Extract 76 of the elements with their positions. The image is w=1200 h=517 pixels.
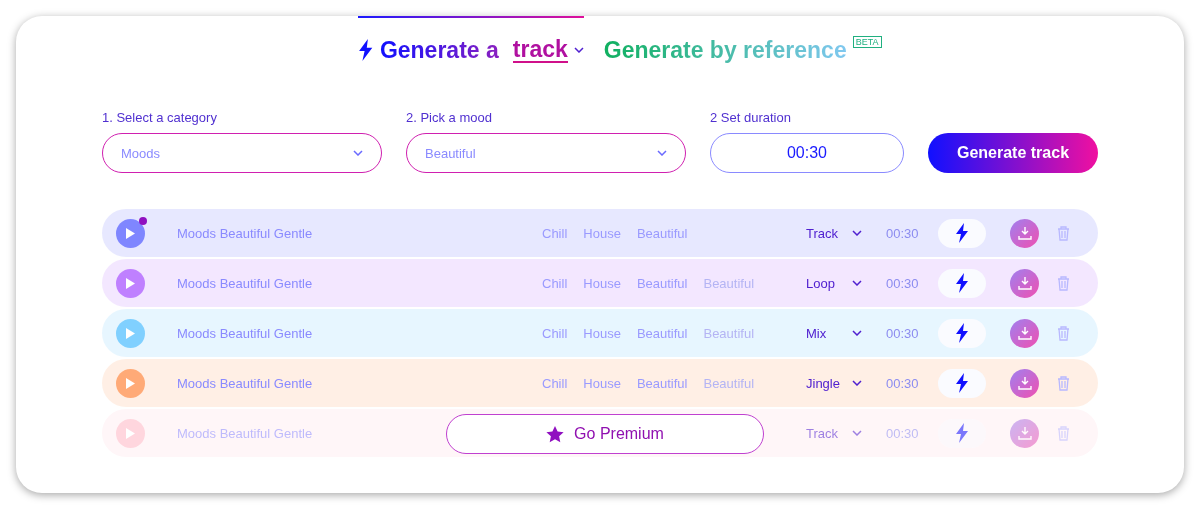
tag-label: House (583, 375, 621, 391)
go-premium-button[interactable]: Go Premium (446, 414, 764, 454)
trash-icon[interactable] (1057, 375, 1070, 391)
type-selector[interactable]: track (512, 37, 568, 63)
download-icon (1017, 426, 1032, 440)
generate-similar-button[interactable] (938, 368, 986, 398)
track-duration: 00:30 (886, 225, 920, 241)
field-label: 2. Pick a mood (406, 110, 493, 125)
beta-badge: BETA (852, 36, 882, 48)
play-icon (125, 326, 136, 340)
download-button[interactable] (1010, 368, 1039, 398)
field-label: 2 Set duration (710, 110, 792, 125)
tag-label: Chill (542, 375, 568, 391)
track-title: Moods Beautiful Gentle (177, 275, 314, 291)
type-dropdown[interactable]: Jingle (806, 375, 870, 391)
download-icon (1017, 276, 1032, 290)
tag-label: House (583, 225, 621, 241)
download-icon (1017, 326, 1032, 340)
download-button[interactable] (1010, 318, 1039, 348)
track-title: Moods Beautiful Gentle (177, 225, 314, 241)
track-duration: 00:30 (886, 275, 920, 291)
track-title: Moods Beautiful Gentle (177, 325, 314, 341)
play-icon (125, 376, 136, 390)
tag-label: Beautiful (703, 275, 755, 291)
tag-label: House (583, 275, 621, 291)
type-dropdown[interactable]: Loop (806, 275, 870, 291)
field-label: 1. Select a category (102, 110, 218, 125)
type-dropdown[interactable]: Track (806, 225, 870, 241)
tag-label: Beautiful (636, 275, 688, 291)
lightning-icon (955, 423, 969, 443)
chevron-down-icon (353, 150, 363, 156)
trash-icon[interactable] (1057, 225, 1070, 241)
play-button[interactable] (116, 218, 145, 248)
chevron-down-icon (852, 330, 862, 336)
play-icon (125, 426, 136, 440)
generate-similar-button[interactable] (938, 268, 986, 298)
type-dropdown[interactable]: Mix (806, 325, 870, 341)
track-title: Moods Beautiful Gentle (177, 425, 314, 441)
download-icon (1017, 376, 1032, 390)
generate-similar-button[interactable] (938, 318, 986, 348)
play-icon (125, 276, 136, 290)
tag-label: House (583, 325, 621, 341)
tag-label: Chill (542, 225, 568, 241)
tag-label: Beautiful (703, 325, 755, 341)
play-icon (125, 226, 136, 240)
generate-similar-button[interactable] (938, 218, 986, 248)
mode-tab[interactable]: Generate a track (358, 16, 584, 66)
tag-label: Beautiful (636, 325, 688, 341)
track-duration: 00:30 (886, 425, 920, 441)
chevron-down-icon (657, 150, 667, 156)
download-button[interactable] (1010, 418, 1039, 448)
chevron-down-icon (852, 430, 862, 436)
lightning-icon (358, 39, 374, 61)
chevron-down-icon (573, 47, 584, 53)
lightning-icon (955, 373, 969, 393)
tag-label: Beautiful (703, 375, 755, 391)
track-duration: 00:30 (886, 325, 920, 341)
tag-label: Beautiful (636, 225, 688, 241)
lightning-icon (955, 323, 969, 343)
track-duration: 00:30 (886, 375, 920, 391)
generate-button[interactable]: Generate track (928, 133, 1098, 173)
chevron-down-icon (852, 280, 862, 286)
download-button[interactable] (1010, 218, 1039, 248)
star-icon (546, 425, 565, 443)
tag-label: Chill (542, 325, 568, 341)
download-button[interactable] (1010, 268, 1039, 298)
download-icon (1017, 226, 1032, 240)
track-title: Moods Beautiful Gentle (177, 375, 314, 391)
chevron-down-icon (852, 230, 862, 236)
tag-label: Chill (542, 275, 568, 291)
lightning-icon (955, 273, 969, 293)
tag-label: Beautiful (636, 375, 688, 391)
chevron-down-icon (852, 380, 862, 386)
trash-icon[interactable] (1057, 325, 1070, 341)
lightning-icon (955, 223, 969, 243)
trash-icon[interactable] (1057, 275, 1070, 291)
